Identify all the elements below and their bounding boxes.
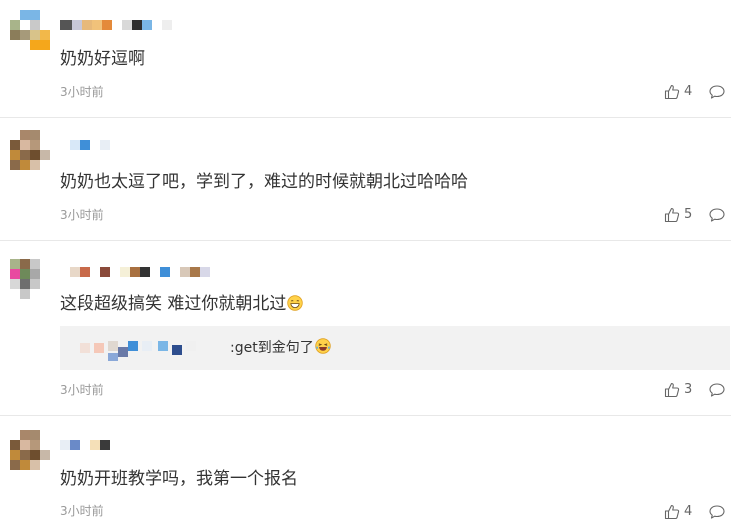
- avatar[interactable]: [10, 430, 50, 470]
- thumbs-up-icon: [664, 504, 680, 520]
- comment-item: 奶奶也太逗了吧，学到了，难过的时候就朝北过哈哈哈 3小时前 5: [0, 118, 731, 241]
- avatar[interactable]: [10, 10, 50, 50]
- username-redacted[interactable]: [60, 438, 110, 452]
- comment-text-content: 这段超级搞笑 难过你就朝北过: [60, 294, 287, 314]
- like-count: 4: [684, 504, 693, 519]
- like-count: 5: [684, 207, 693, 222]
- like-button[interactable]: 5: [664, 207, 692, 223]
- like-button[interactable]: 3: [664, 382, 692, 398]
- thumbs-up-icon: [664, 382, 680, 398]
- avatar[interactable]: [10, 259, 50, 299]
- username-redacted[interactable]: [60, 18, 172, 32]
- comment-list: 奶奶好逗啊 3小时前 4 奶奶也太逗了吧，学到了，难过的时候就朝北过哈哈哈 3小…: [0, 0, 753, 531]
- comment-item: 奶奶开班教学吗，我第一个报名 3小时前 4: [0, 416, 731, 531]
- speech-bubble-icon: [709, 85, 725, 99]
- speech-bubble-icon: [709, 505, 725, 519]
- comment-item: 奶奶好逗啊 3小时前 4: [0, 0, 731, 118]
- reply-username-redacted[interactable]: [80, 339, 230, 361]
- like-count: 4: [684, 84, 693, 99]
- speech-bubble-icon: [709, 383, 725, 397]
- reply-box: :get到金句了: [60, 326, 730, 370]
- comment-time: 3小时前: [60, 383, 104, 397]
- comment-time: 3小时前: [60, 85, 104, 99]
- reply-text-content: :get到金句了: [230, 340, 314, 356]
- reply-button[interactable]: [709, 382, 725, 398]
- comment-time: 3小时前: [60, 208, 104, 222]
- like-button[interactable]: 4: [664, 84, 692, 100]
- comment-text: 奶奶好逗啊: [60, 49, 145, 69]
- username-redacted[interactable]: [60, 265, 210, 279]
- comment-text: 奶奶开班教学吗，我第一个报名: [60, 469, 298, 489]
- speech-bubble-icon: [709, 208, 725, 222]
- like-count: 3: [684, 382, 693, 397]
- like-button[interactable]: 4: [664, 504, 692, 520]
- reply-text: :get到金句了: [230, 338, 331, 358]
- reply-button[interactable]: [709, 504, 725, 520]
- comment-item: 这段超级搞笑 难过你就朝北过 :get到金句了 3小时前 3: [0, 241, 731, 416]
- thumbs-up-icon: [664, 84, 680, 100]
- grin-emoji: [287, 295, 304, 311]
- laughing-tears-emoji: [315, 338, 331, 354]
- comment-text: 奶奶也太逗了吧，学到了，难过的时候就朝北过哈哈哈: [60, 172, 468, 192]
- comment-text: 这段超级搞笑 难过你就朝北过: [60, 293, 304, 315]
- reply-button[interactable]: [709, 207, 725, 223]
- avatar[interactable]: [10, 130, 50, 170]
- username-redacted[interactable]: [60, 138, 110, 152]
- comment-time: 3小时前: [60, 504, 104, 518]
- reply-button[interactable]: [709, 84, 725, 100]
- thumbs-up-icon: [664, 207, 680, 223]
